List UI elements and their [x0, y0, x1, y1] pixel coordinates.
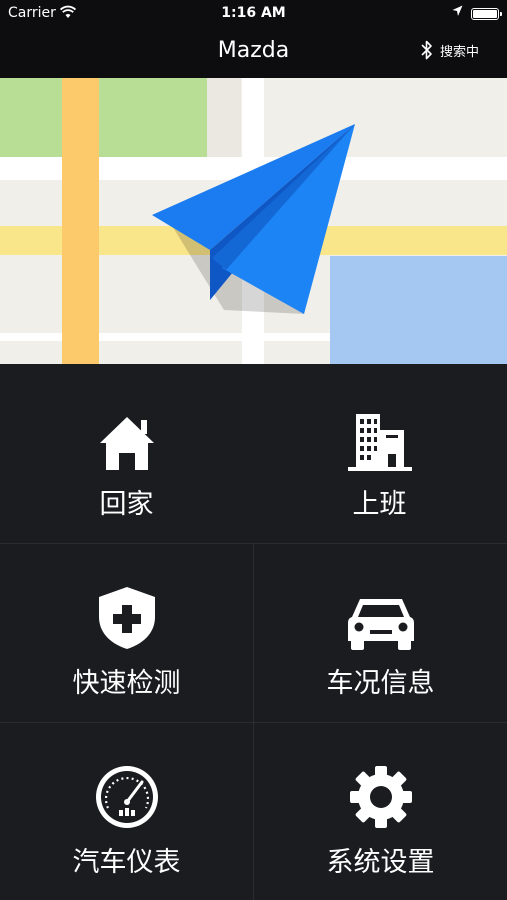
- status-bar: Carrier 1:16 AM: [0, 0, 507, 28]
- menu-item-quick-check[interactable]: 快速检测: [0, 543, 253, 722]
- shield-plus-icon: [97, 585, 157, 651]
- menu-item-label: 汽车仪表: [72, 847, 181, 878]
- menu-item-label: 车况信息: [326, 668, 435, 699]
- menu-item-work[interactable]: 上班: [253, 364, 506, 543]
- car-icon: [346, 585, 416, 651]
- battery-icon: [471, 8, 502, 20]
- menu-item-label: 快速检测: [72, 668, 181, 699]
- bluetooth-icon: [421, 40, 432, 60]
- map-banner[interactable]: [0, 78, 507, 364]
- menu-item-label: 上班: [352, 489, 407, 520]
- gear-icon: [348, 764, 414, 830]
- navigation-bar: Mazda 搜索中: [0, 28, 507, 78]
- menu-item-dashboard[interactable]: 汽车仪表: [0, 722, 253, 900]
- menu-grid: 回家 上班 快速检测 车况信息 汽车仪表 系统设置: [0, 364, 507, 900]
- speedometer-icon: [94, 764, 160, 830]
- clock: 1:16 AM: [221, 5, 286, 21]
- menu-item-label: 系统设置: [326, 847, 435, 878]
- office-building-icon: [347, 406, 412, 472]
- menu-item-home[interactable]: 回家: [0, 364, 253, 543]
- bluetooth-status-label: 搜索中: [439, 44, 479, 60]
- menu-item-label: 回家: [99, 489, 154, 520]
- bluetooth-status[interactable]: 搜索中: [420, 40, 479, 60]
- menu-item-car-info[interactable]: 车况信息: [254, 543, 507, 722]
- location-arrow-icon: [452, 5, 463, 21]
- menu-item-settings[interactable]: 系统设置: [254, 722, 507, 900]
- home-icon: [98, 406, 156, 472]
